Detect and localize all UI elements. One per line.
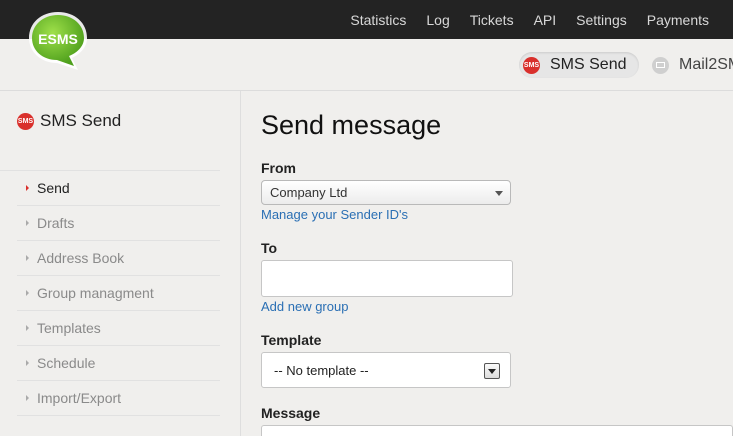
sidebar-item-templates[interactable]: Templates xyxy=(17,311,220,346)
tab-mail2sms[interactable]: Mail2SMS xyxy=(652,52,733,78)
tab-sms-send[interactable]: SMS SMS Send xyxy=(519,52,639,78)
sidebar-item-label: Drafts xyxy=(37,215,75,231)
arrow-right-icon xyxy=(26,220,29,226)
template-label: Template xyxy=(261,332,322,348)
nav-settings[interactable]: Settings xyxy=(576,12,627,28)
sidebar-item-label: Send xyxy=(37,180,70,196)
sidebar-item-label: Schedule xyxy=(37,355,96,371)
esms-logo[interactable]: ESMS xyxy=(26,9,90,71)
from-label: From xyxy=(261,160,296,176)
from-select-value: Company Ltd xyxy=(270,185,348,200)
nav-statistics[interactable]: Statistics xyxy=(350,12,406,28)
add-new-group-link[interactable]: Add new group xyxy=(261,299,348,314)
message-textarea[interactable] xyxy=(261,425,733,436)
manage-sender-ids-link[interactable]: Manage your Sender ID's xyxy=(261,207,408,222)
main-content: Send message From Company Ltd Manage you… xyxy=(242,91,733,436)
arrow-right-icon xyxy=(26,360,29,366)
arrow-right-icon xyxy=(26,185,29,191)
nav-payments[interactable]: Payments xyxy=(647,12,709,28)
sidebar-title-label: SMS Send xyxy=(40,111,122,130)
chevron-down-icon xyxy=(495,191,503,196)
sidebar-item-label: Address Book xyxy=(37,250,125,266)
nav-log[interactable]: Log xyxy=(426,12,449,28)
arrow-right-icon xyxy=(26,325,29,331)
tab-sms-send-label: SMS Send xyxy=(550,56,627,73)
sidebar-item-send[interactable]: Send xyxy=(17,171,220,206)
mail-icon xyxy=(652,56,669,74)
sidebar-item-group-managment[interactable]: Group managment xyxy=(17,276,220,311)
arrow-right-icon xyxy=(26,255,29,261)
page-title: Send message xyxy=(261,110,442,140)
tab-mail2sms-label: Mail2SMS xyxy=(679,56,733,73)
sms-icon: SMS xyxy=(17,112,34,130)
nav-tickets[interactable]: Tickets xyxy=(470,12,514,28)
sidebar-item-label: Import/Export xyxy=(37,390,122,406)
template-select[interactable]: -- No template -- xyxy=(261,352,511,388)
sms-icon: SMS xyxy=(523,56,540,74)
from-select[interactable]: Company Ltd xyxy=(261,180,511,205)
to-field[interactable] xyxy=(261,260,513,297)
sidebar: SMS SMS Send Send Drafts Address Book Gr… xyxy=(0,91,241,436)
message-label: Message xyxy=(261,405,321,421)
nav-api[interactable]: API xyxy=(534,12,557,28)
sidebar-item-label: Group managment xyxy=(37,285,154,301)
sidebar-item-address-book[interactable]: Address Book xyxy=(17,241,220,276)
template-select-value: -- No template -- xyxy=(274,362,369,378)
arrow-right-icon xyxy=(26,395,29,401)
dropdown-button-icon[interactable] xyxy=(484,363,500,379)
sidebar-menu: Send Drafts Address Book Group managment… xyxy=(0,170,220,416)
logo-text: ESMS xyxy=(38,31,78,47)
to-label: To xyxy=(261,240,278,256)
sidebar-title: SMS SMS Send xyxy=(17,111,121,131)
sidebar-item-drafts[interactable]: Drafts xyxy=(17,206,220,241)
sidebar-item-import-export[interactable]: Import/Export xyxy=(17,381,220,416)
sidebar-item-label: Templates xyxy=(37,320,101,336)
top-bar: Statistics Log Tickets API Settings Paym… xyxy=(0,0,733,39)
sidebar-item-schedule[interactable]: Schedule xyxy=(17,346,220,381)
top-nav: Statistics Log Tickets API Settings Paym… xyxy=(330,0,733,39)
arrow-right-icon xyxy=(26,290,29,296)
